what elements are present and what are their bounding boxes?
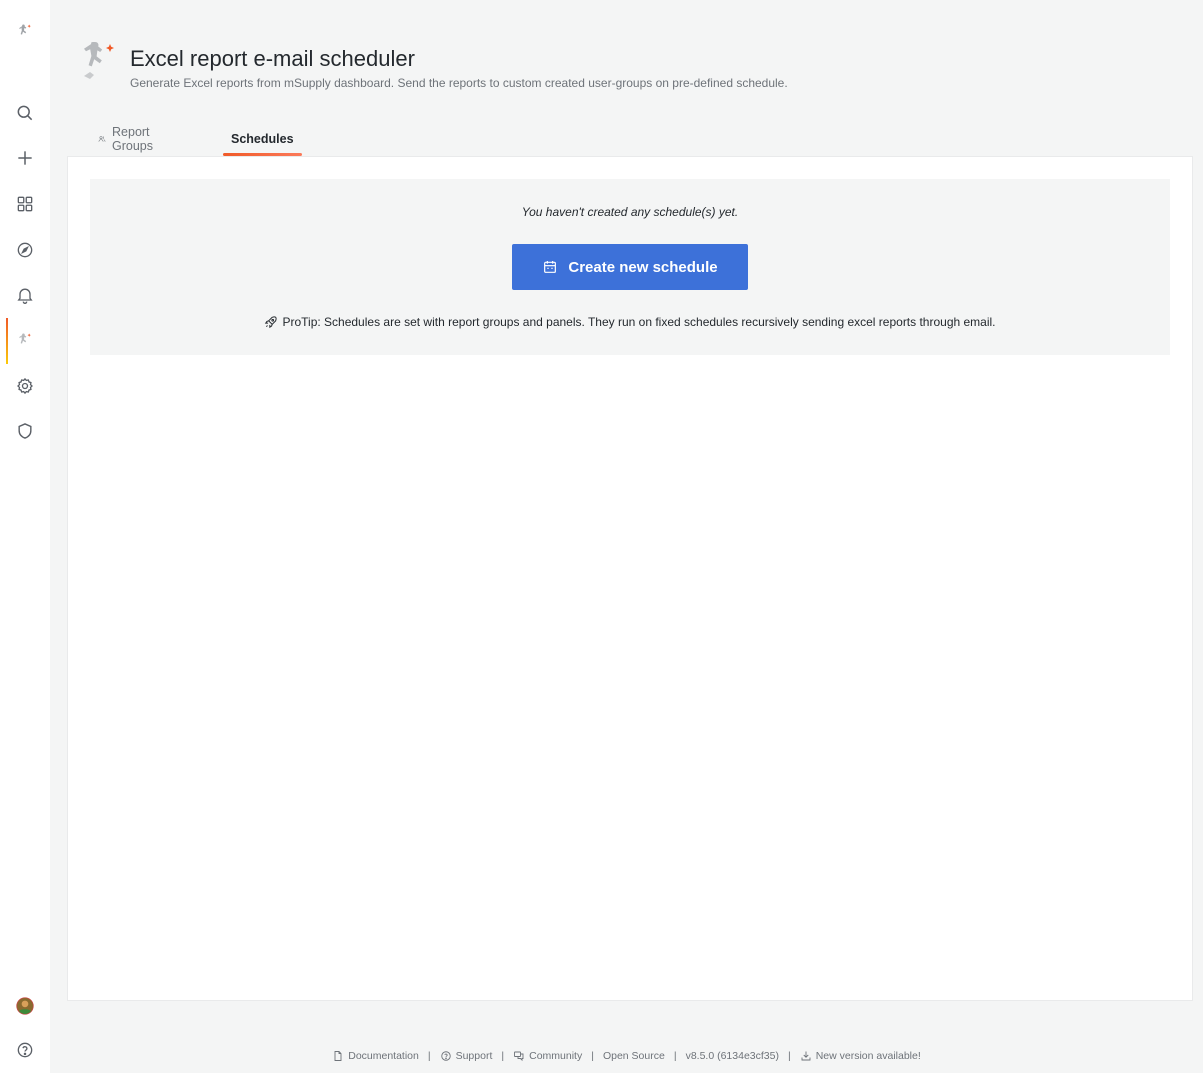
help-icon[interactable] — [0, 1030, 50, 1070]
footer-support-link[interactable]: Support — [440, 1050, 493, 1062]
footer-open-source-label: Open Source — [602, 1050, 665, 1062]
empty-state: You haven't created any schedule(s) yet.… — [90, 179, 1170, 355]
footer-documentation-link[interactable]: Documentation — [332, 1050, 419, 1062]
footer-documentation-label: Documentation — [348, 1050, 419, 1062]
bell-icon[interactable] — [0, 275, 50, 315]
protip-text: ProTip: Schedules are set with report gr… — [282, 315, 996, 329]
comments-icon — [514, 1051, 524, 1062]
tab-schedules-label: Schedules — [231, 132, 294, 146]
create-new-schedule-button[interactable]: Create new schedule — [512, 244, 748, 290]
download-icon — [801, 1051, 811, 1061]
empty-state-message: You haven't created any schedule(s) yet. — [521, 205, 739, 219]
footer-version: v8.5.0 (6134e3cf35) — [685, 1050, 779, 1062]
users-icon — [98, 136, 106, 142]
user-avatar[interactable] — [0, 986, 50, 1026]
content-panel: You haven't created any schedule(s) yet.… — [67, 156, 1193, 1001]
msupply-app-icon[interactable] — [0, 318, 50, 364]
page-title: Excel report e-mail scheduler — [130, 46, 415, 71]
compass-icon[interactable] — [0, 230, 50, 270]
protip: ProTip: Schedules are set with report gr… — [90, 315, 1170, 329]
footer-community-label: Community — [529, 1050, 583, 1062]
tab-report-groups[interactable]: Report Groups — [90, 122, 167, 156]
footer-separator: | — [787, 1050, 791, 1062]
footer: Documentation | Support | Community | Op… — [50, 1046, 1203, 1066]
footer-separator: | — [673, 1050, 677, 1062]
footer-open-source-link[interactable]: Open Source — [603, 1050, 665, 1062]
plus-icon[interactable] — [0, 138, 50, 178]
footer-separator: | — [591, 1050, 594, 1062]
calendar-icon — [544, 261, 557, 273]
plugin-logo-icon — [78, 38, 122, 88]
tab-schedules[interactable]: Schedules — [223, 122, 302, 156]
footer-support-label: Support — [455, 1050, 493, 1062]
footer-new-version-label: New version available! — [815, 1050, 921, 1062]
document-icon — [334, 1051, 342, 1061]
gear-icon[interactable] — [0, 366, 50, 406]
page-header: Excel report e-mail scheduler Generate E… — [78, 38, 1178, 98]
page-subtitle: Generate Excel reports from mSupply dash… — [130, 76, 788, 90]
tab-report-groups-label: Report Groups — [112, 125, 154, 153]
app-logo-icon[interactable] — [0, 12, 50, 52]
rocket-icon — [265, 316, 278, 329]
search-icon[interactable] — [0, 93, 50, 133]
shield-icon[interactable] — [0, 411, 50, 451]
footer-new-version-link[interactable]: New version available! — [800, 1050, 921, 1062]
sidebar — [0, 0, 50, 1073]
footer-community-link[interactable]: Community — [513, 1050, 582, 1062]
question-circle-icon — [440, 1051, 451, 1061]
dashboards-icon[interactable] — [0, 184, 50, 224]
create-new-schedule-label: Create new schedule — [568, 258, 718, 276]
footer-separator: | — [501, 1050, 505, 1062]
footer-separator: | — [427, 1050, 431, 1062]
